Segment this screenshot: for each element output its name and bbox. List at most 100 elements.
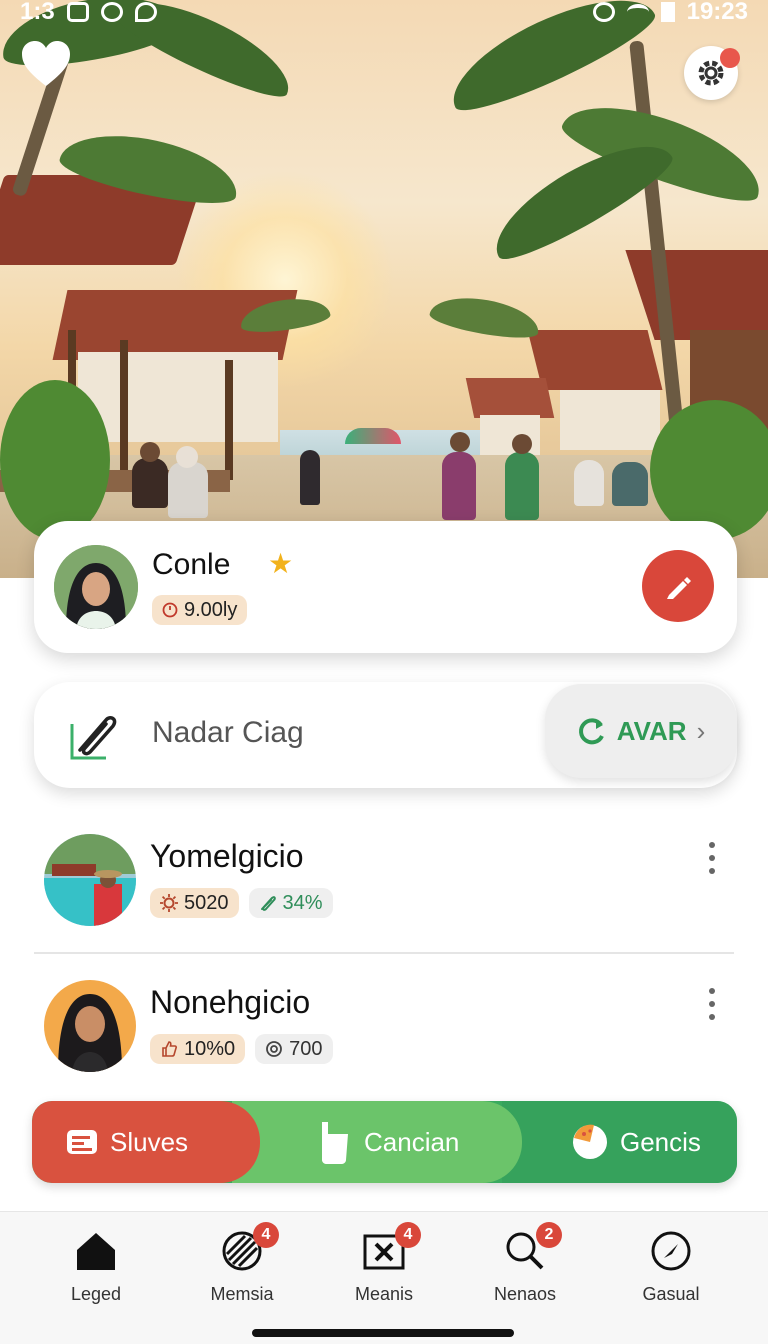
person (574, 460, 604, 506)
avar-button[interactable]: AVAR › (545, 684, 737, 778)
person-head (140, 442, 160, 462)
chevron-right-icon: › (696, 715, 706, 746)
status-bar: 1:3 19:23 (0, 0, 768, 25)
stat-chip-value: 700 (289, 1037, 323, 1060)
segment-gencis[interactable]: Gencis (502, 1101, 737, 1183)
person (505, 452, 539, 520)
avar-button-label: AVAR (616, 715, 687, 746)
stat-chip: 34% (248, 888, 333, 918)
nav-label: Meanis (354, 1284, 414, 1304)
settings-notification-dot (720, 48, 740, 68)
nav-badge: 4 (253, 1222, 279, 1248)
segment-label: Cancian (364, 1126, 460, 1157)
compass-icon (650, 1230, 692, 1272)
nav-item-memsia[interactable]: 4 Memsia (182, 1222, 302, 1310)
segment-sluves[interactable]: Sluves (32, 1101, 260, 1183)
profile-avatar[interactable] (54, 545, 138, 629)
profile-stat-value: 9.00ly (184, 598, 238, 621)
more-options-button[interactable] (702, 842, 722, 874)
more-options-button[interactable] (702, 988, 722, 1020)
hero-image (0, 0, 768, 578)
bottom-navigation: Leged 4 Memsia 4 Meanis 2 Nenaos Gasual (0, 1211, 768, 1344)
stat-chip: 5020 (150, 888, 239, 918)
list-avatar (44, 834, 136, 926)
hut-roof (527, 330, 663, 390)
hut-post (225, 360, 233, 480)
stat-chip-value: 10%0 (184, 1037, 236, 1060)
stat-chip: 700 (255, 1034, 333, 1064)
stat-chip-value: 5020 (184, 891, 229, 914)
edit-button[interactable] (642, 550, 714, 622)
person (612, 462, 648, 506)
timer-icon (162, 602, 178, 618)
person-head (450, 432, 470, 452)
list-item[interactable]: Yomelgicio 5020 34% (34, 832, 734, 942)
location-icon (592, 2, 615, 22)
thumbs-up-icon (162, 1041, 177, 1057)
list-item[interactable]: Nonehgicio 10%0 700 (34, 978, 734, 1088)
more-icon-dot (709, 1001, 715, 1007)
status-time-left: 1:3 (20, 0, 55, 25)
more-icon-dot (709, 855, 715, 861)
list-card-icon (67, 1130, 97, 1154)
profile-name: Conle (152, 548, 231, 581)
close-box-icon: 4 (363, 1222, 421, 1272)
favorite-button[interactable] (20, 40, 72, 88)
bush (0, 380, 110, 540)
person-head (176, 446, 198, 468)
action-card[interactable]: Nadar Ciag AVAR › (34, 682, 737, 788)
battery-icon (660, 2, 675, 22)
refresh-icon (578, 718, 604, 745)
hut-roof (625, 250, 768, 340)
divider (34, 952, 734, 954)
nav-badge: 2 (536, 1222, 562, 1248)
segmented-control: Sluves Cancian Gencis (32, 1101, 737, 1183)
nav-label: Gasual (642, 1284, 700, 1304)
avatar-portrait (44, 980, 136, 1072)
more-icon-dot (709, 988, 715, 994)
paperclip-icon (260, 896, 276, 911)
segment-label: Sluves (110, 1126, 189, 1157)
hut-post (120, 340, 128, 480)
sun-icon (160, 894, 178, 912)
palm-leaves (427, 290, 543, 344)
nav-item-leged[interactable]: Leged (36, 1230, 156, 1310)
nav-label: Memsia (210, 1284, 274, 1304)
avatar-portrait (54, 545, 138, 629)
star-icon: ★ (268, 548, 294, 579)
list-avatar (44, 980, 136, 1072)
list-item-chips: 10%0 700 (150, 1034, 333, 1064)
segment-cancian[interactable]: Cancian (232, 1101, 522, 1183)
profile-card[interactable]: Conle ★ 9.00ly (34, 521, 737, 653)
segment-label: Gencis (620, 1126, 701, 1157)
wifi-icon (626, 4, 649, 20)
nav-item-nenaos[interactable]: 2 Nenaos (465, 1222, 585, 1310)
pizza-icon (573, 1124, 607, 1159)
person (168, 462, 208, 518)
hut-wall (560, 390, 660, 450)
stat-chip: 10%0 (150, 1034, 246, 1064)
heart-icon (22, 41, 70, 86)
paperclip-icon (66, 706, 122, 762)
profile-stat-chip: 9.00ly (152, 595, 248, 625)
more-icon-dot (709, 842, 715, 848)
nav-badge: 4 (395, 1222, 421, 1248)
more-icon-dot (709, 868, 715, 874)
hut-wall (480, 415, 540, 455)
nav-label: Nenaos (493, 1284, 557, 1304)
list-item-title: Yomelgicio (150, 838, 304, 874)
home-indicator[interactable] (252, 1329, 514, 1337)
umbrella (345, 428, 401, 444)
nav-item-meanis[interactable]: 4 Meanis (324, 1222, 444, 1310)
alarm-icon (100, 2, 123, 22)
nav-item-gasual[interactable]: Gasual (611, 1230, 731, 1310)
more-icon-dot (709, 1014, 715, 1020)
avatar-photo (44, 834, 136, 926)
cup-icon (322, 1122, 348, 1164)
action-label: Nadar Ciag (152, 716, 304, 749)
person (300, 450, 320, 505)
hut-roof (465, 378, 555, 418)
status-time-right: 19:23 (686, 0, 748, 25)
nav-label: Leged (70, 1284, 122, 1304)
person (442, 452, 476, 520)
